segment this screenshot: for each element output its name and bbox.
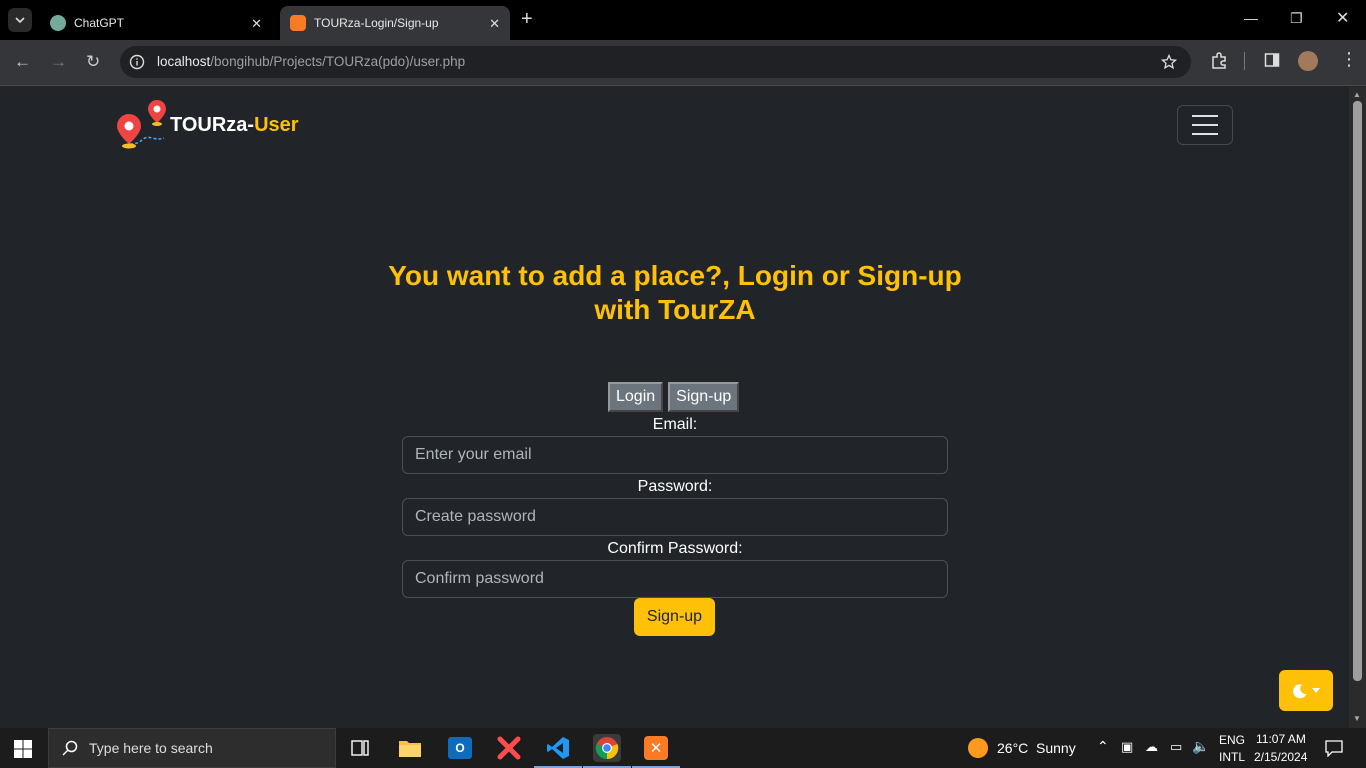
tab-tourza[interactable]: TOURza-Login/Sign-up ✕	[280, 6, 510, 40]
caret-down-icon	[1312, 687, 1320, 693]
weather-text[interactable]: Sunny	[1036, 740, 1076, 756]
forward-button[interactable]: →	[50, 53, 67, 70]
close-icon[interactable]: ✕	[251, 16, 262, 32]
taskbar-search[interactable]: Type here to search	[48, 728, 336, 768]
language-bottom[interactable]: INTL	[1219, 750, 1245, 764]
notifications-icon[interactable]	[1325, 740, 1343, 757]
onedrive-icon[interactable]: ☁	[1145, 739, 1158, 755]
url-text: localhost/bongihub/Projects/TOURza(pdo)/…	[157, 54, 466, 69]
brand-logo[interactable]: TOURza-User	[116, 100, 299, 152]
search-icon	[62, 740, 78, 756]
tab-search-button[interactable]	[8, 8, 32, 32]
sun-weather-icon[interactable]	[968, 738, 988, 758]
windows-taskbar: Type here to search O ✕ 26°C Sunny ⌃ ▣ ☁…	[0, 728, 1366, 768]
meet-icon[interactable]: ▣	[1121, 739, 1133, 755]
xmind-icon[interactable]	[495, 734, 523, 762]
navbar-toggle-button[interactable]	[1177, 105, 1233, 145]
file-explorer-icon[interactable]	[396, 734, 424, 762]
login-tab-button[interactable]: Login	[608, 382, 664, 412]
menu-bar-icon	[1192, 115, 1218, 117]
close-window-button[interactable]: ✕	[1336, 8, 1349, 28]
map-pin-logo-icon	[117, 100, 166, 149]
scroll-down-arrow[interactable]: ▼	[1353, 714, 1361, 723]
new-tab-button[interactable]: +	[521, 9, 533, 29]
password-field[interactable]	[402, 498, 948, 536]
menu-bar-icon	[1192, 124, 1218, 126]
menu-bar-icon	[1192, 133, 1218, 135]
email-label: Email:	[652, 416, 698, 433]
tab-title: ChatGPT	[74, 16, 125, 30]
vscode-icon[interactable]	[534, 734, 582, 768]
clock-time[interactable]: 11:07 AM	[1256, 732, 1306, 746]
chevron-up-icon[interactable]: ⌃	[1097, 738, 1109, 755]
browser-tabstrip: ChatGPT ✕ TOURza-Login/Sign-up ✕ + — ❐ ✕	[0, 0, 1366, 40]
site-info-icon[interactable]	[129, 54, 145, 70]
windows-start-icon[interactable]	[14, 740, 32, 758]
minimize-button[interactable]: —	[1244, 10, 1258, 26]
address-bar[interactable]: localhost/bongihub/Projects/TOURza(pdo)/…	[120, 46, 1191, 78]
extensions-icon[interactable]	[1210, 52, 1228, 70]
chatgpt-icon	[50, 15, 66, 31]
tab-title: TOURza-Login/Sign-up	[314, 16, 439, 30]
theme-toggle-button[interactable]	[1279, 670, 1333, 711]
clock-date[interactable]: 2/15/2024	[1254, 750, 1307, 764]
signup-tab-button[interactable]: Sign-up	[668, 382, 740, 412]
profile-avatar[interactable]	[1298, 51, 1318, 71]
moon-icon	[1293, 683, 1307, 698]
page-scrollbar[interactable]: ▲ ▼	[1349, 87, 1366, 728]
close-icon[interactable]: ✕	[489, 16, 500, 32]
confirm-password-field[interactable]	[402, 560, 948, 598]
reload-button[interactable]: ↻	[86, 53, 100, 70]
restore-button[interactable]: ❐	[1290, 10, 1303, 27]
browser-toolbar: ← → ↻ localhost/bongihub/Projects/TOURza…	[0, 40, 1366, 86]
auth-tabs: Login Sign-up	[608, 382, 740, 412]
chevron-down-icon	[15, 17, 25, 24]
signup-submit-button[interactable]: Sign-up	[634, 598, 715, 636]
xampp-icon	[290, 15, 306, 31]
brand-name: TOURza-User	[170, 113, 299, 136]
volume-icon[interactable]: 🔈	[1192, 738, 1209, 755]
battery-icon[interactable]: ▭	[1170, 739, 1182, 755]
toolbar-divider	[1244, 52, 1245, 70]
language-top[interactable]: ENG	[1219, 733, 1245, 747]
bookmark-star-icon[interactable]	[1161, 54, 1177, 70]
scrollbar-thumb[interactable]	[1353, 101, 1362, 681]
outlook-icon[interactable]: O	[446, 734, 474, 762]
scroll-up-arrow[interactable]: ▲	[1353, 90, 1361, 99]
email-field[interactable]	[402, 436, 948, 474]
back-button[interactable]: ←	[14, 53, 31, 70]
page-headline: You want to add a place?, Login or Sign-…	[388, 260, 962, 325]
chrome-icon[interactable]	[583, 734, 631, 768]
xampp-taskbar-icon[interactable]: ✕	[632, 734, 680, 768]
password-label: Password:	[637, 478, 713, 495]
weather-temp[interactable]: 26°C	[997, 740, 1028, 756]
menu-icon[interactable]: ⋮	[1340, 49, 1358, 70]
tab-chatgpt[interactable]: ChatGPT ✕	[40, 6, 272, 40]
side-panel-icon[interactable]	[1264, 52, 1280, 68]
confirm-password-label: Confirm Password:	[607, 540, 743, 557]
search-placeholder: Type here to search	[89, 740, 213, 756]
task-view-icon[interactable]	[346, 734, 374, 762]
